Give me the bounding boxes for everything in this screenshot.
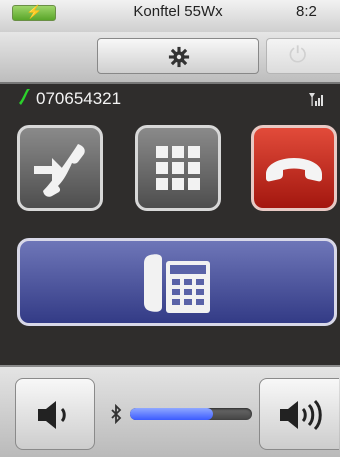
transfer-button[interactable] — [17, 125, 103, 211]
volume-slider[interactable] — [130, 408, 252, 420]
device-name: Konftel 55Wx — [133, 3, 223, 20]
call-info: 070654321 — [0, 84, 340, 114]
settings-button[interactable] — [97, 38, 259, 74]
hang-up-icon — [266, 158, 322, 182]
hang-up-button[interactable] — [251, 125, 337, 211]
phone-screen: ⚡ Konftel 55Wx 8:2 ⏻ 070654321 — [0, 0, 340, 457]
speaker-high-icon — [280, 399, 322, 431]
desk-phone-icon — [144, 254, 210, 313]
signal-strength-icon — [309, 93, 323, 106]
volume-bar — [0, 365, 340, 457]
power-button[interactable]: ⏻ — [266, 38, 340, 74]
status-bar: ⚡ Konftel 55Wx 8:2 — [0, 0, 340, 33]
call-transfer-icon — [34, 144, 85, 197]
phone-handset-icon — [19, 89, 30, 105]
power-icon: ⏻ — [289, 42, 307, 67]
battery-charging-icon: ⚡ — [12, 4, 56, 21]
caller-number: 070654321 — [36, 89, 122, 108]
volume-level-fill — [130, 408, 213, 420]
clock: 8:2 — [296, 3, 317, 20]
toolbar: ⏻ — [0, 32, 340, 84]
bluetooth-icon — [111, 404, 122, 424]
gear-icon — [168, 46, 190, 68]
volume-up-button[interactable] — [259, 378, 339, 450]
keypad-button[interactable] — [135, 125, 221, 211]
volume-down-button[interactable] — [15, 378, 95, 450]
keypad-icon — [156, 146, 200, 190]
desk-phone-button[interactable] — [17, 238, 337, 326]
speaker-low-icon — [38, 401, 66, 429]
